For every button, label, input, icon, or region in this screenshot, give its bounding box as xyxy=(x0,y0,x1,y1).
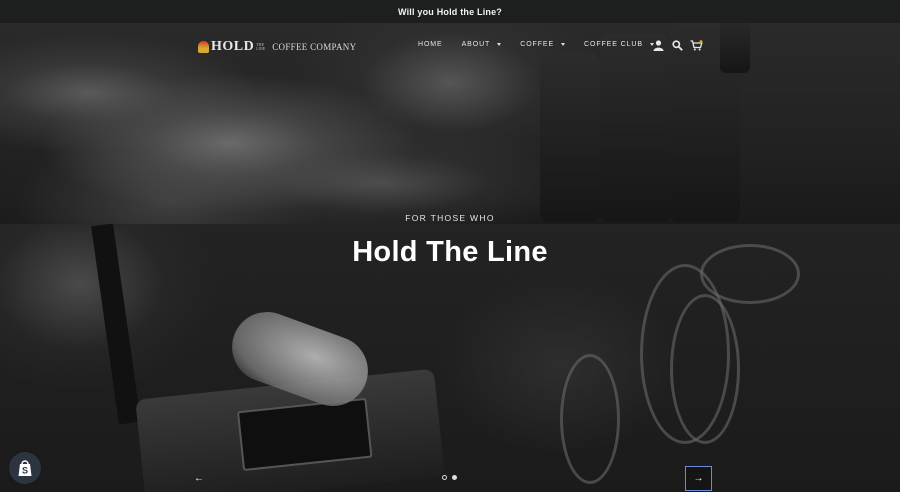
shopify-bag-icon: S xyxy=(18,460,32,476)
arrow-left-icon: ← xyxy=(194,472,204,484)
nav-home-label: HOME xyxy=(418,41,443,48)
main-nav: HOME ABOUT COFFEE COFFEE CLUB xyxy=(418,41,673,48)
nav-coffee-club[interactable]: COFFEE CLUB xyxy=(584,41,654,48)
nav-coffee-club-label: COFFEE CLUB xyxy=(584,41,643,48)
caret-down-icon xyxy=(497,43,502,46)
slide-dots xyxy=(442,475,462,480)
slide-next-button[interactable]: → xyxy=(685,466,712,491)
site-header: HOLD THE LINE COFFEE COMPANY HOME ABOUT … xyxy=(0,23,900,69)
cart-icon[interactable] xyxy=(689,38,703,52)
nav-about[interactable]: ABOUT xyxy=(462,41,502,48)
header-icons xyxy=(651,38,708,52)
nav-home[interactable]: HOME xyxy=(418,41,443,48)
nav-coffee[interactable]: COFFEE xyxy=(520,41,566,48)
shopify-chat-button[interactable]: S xyxy=(9,452,41,484)
hero-headline: Hold The Line xyxy=(352,236,548,268)
nav-coffee-label: COFFEE xyxy=(520,41,555,48)
account-icon[interactable] xyxy=(651,38,665,52)
hero-eyebrow: FOR THOSE WHO xyxy=(405,213,495,223)
logo-wordmark: HOLD xyxy=(211,39,255,54)
arrow-right-icon: → xyxy=(693,473,704,484)
caret-down-icon xyxy=(561,43,566,46)
slide-dot-1[interactable] xyxy=(442,475,447,480)
announcement-bar: Will you Hold the Line? xyxy=(0,0,900,23)
helmet-icon xyxy=(198,41,209,53)
brand-logo[interactable]: HOLD THE LINE COFFEE COMPANY xyxy=(198,39,356,55)
search-icon[interactable] xyxy=(670,38,684,52)
nav-about-label: ABOUT xyxy=(461,41,491,48)
slide-dot-2[interactable] xyxy=(452,475,457,480)
svg-text:S: S xyxy=(22,466,28,476)
logo-company: COFFEE COMPANY xyxy=(272,42,357,52)
logo-small-text: THE LINE xyxy=(256,42,266,51)
announcement-text: Will you Hold the Line? xyxy=(397,6,502,17)
slide-prev-button[interactable]: ← xyxy=(188,467,210,489)
